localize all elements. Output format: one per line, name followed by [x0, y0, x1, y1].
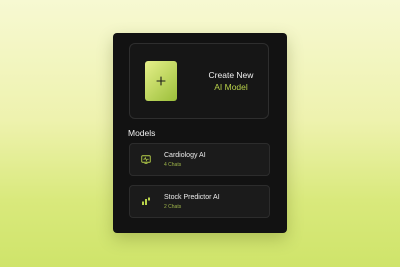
model-item-stock-predictor[interactable]: Stock Predictor AI 2 Chats	[129, 185, 270, 218]
plus-icon	[156, 76, 166, 86]
create-subtitle: AI Model	[214, 82, 248, 92]
bar-chart-icon	[140, 195, 152, 207]
models-section-title: Models	[128, 128, 156, 138]
plus-tile[interactable]	[145, 61, 177, 101]
model-name: Stock Predictor AI	[164, 194, 220, 201]
create-new-model-button[interactable]: Create New AI Model	[129, 43, 269, 119]
monitor-icon	[140, 153, 152, 165]
models-panel: Create New AI Model Models Cardiology AI…	[113, 33, 287, 233]
model-item-cardiology[interactable]: Cardiology AI 4 Chats	[129, 143, 270, 176]
model-chat-count: 4 Chats	[164, 162, 182, 168]
model-chat-count: 2 Chats	[164, 204, 182, 210]
create-title: Create New	[208, 70, 254, 80]
model-name: Cardiology AI	[164, 152, 206, 159]
